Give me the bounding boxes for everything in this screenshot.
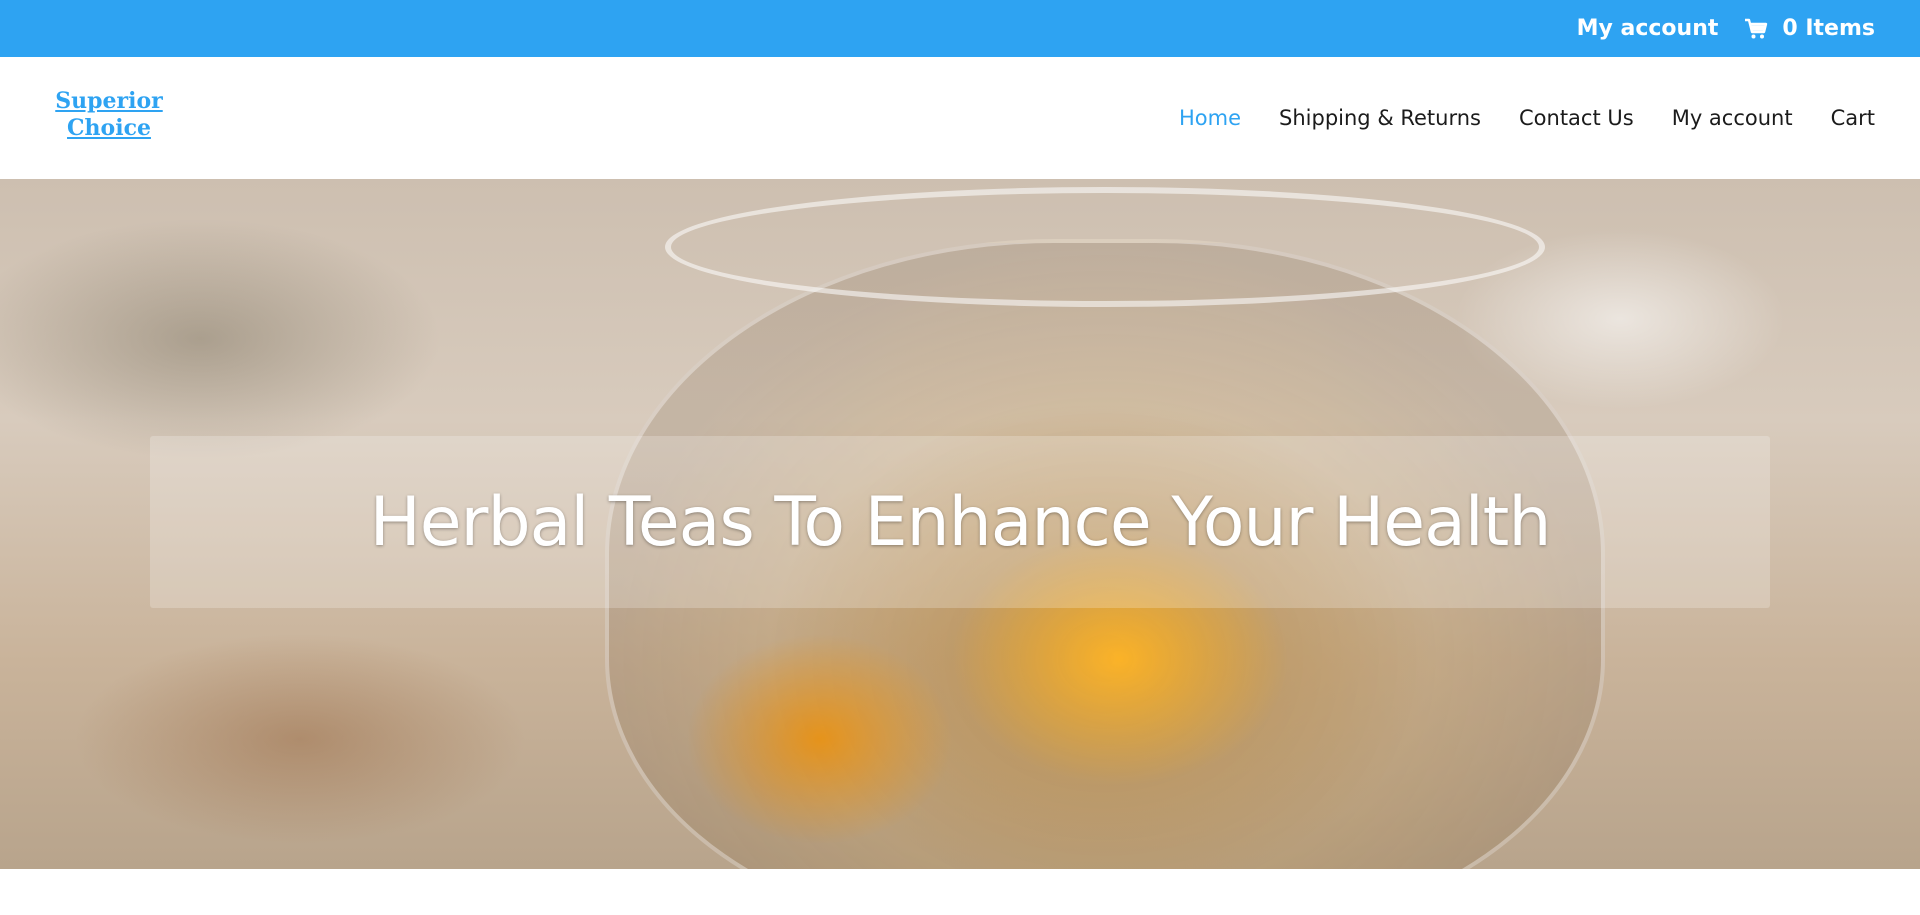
nav-cart[interactable]: Cart — [1831, 106, 1875, 130]
top-my-account-link[interactable]: My account — [1577, 16, 1719, 41]
nav-home[interactable]: Home — [1179, 106, 1241, 130]
top-links: My account 0 Items — [1577, 0, 1875, 57]
main-nav: Home Shipping & Returns Contact Us My ac… — [1179, 57, 1875, 179]
hero-title: Herbal Teas To Enhance Your Health — [369, 482, 1552, 562]
logo-line-1: Superior — [55, 88, 163, 114]
nav-contact-us[interactable]: Contact Us — [1519, 106, 1634, 130]
top-bar: My account 0 Items — [0, 0, 1920, 57]
hero-banner: Herbal Teas To Enhance Your Health — [0, 179, 1920, 869]
hero-caption-box: Herbal Teas To Enhance Your Health — [150, 436, 1770, 608]
cart-count-label: 0 Items — [1782, 16, 1875, 41]
site-header: Superior Choice Home Shipping & Returns … — [0, 57, 1920, 179]
nav-my-account[interactable]: My account — [1672, 106, 1793, 130]
site-logo[interactable]: Superior Choice — [54, 88, 164, 142]
logo-line-2: Choice — [67, 115, 151, 141]
hero-cup-rim — [665, 187, 1545, 307]
nav-shipping-returns[interactable]: Shipping & Returns — [1279, 106, 1481, 130]
cart-icon — [1744, 18, 1768, 40]
top-cart-link[interactable]: 0 Items — [1744, 16, 1875, 41]
